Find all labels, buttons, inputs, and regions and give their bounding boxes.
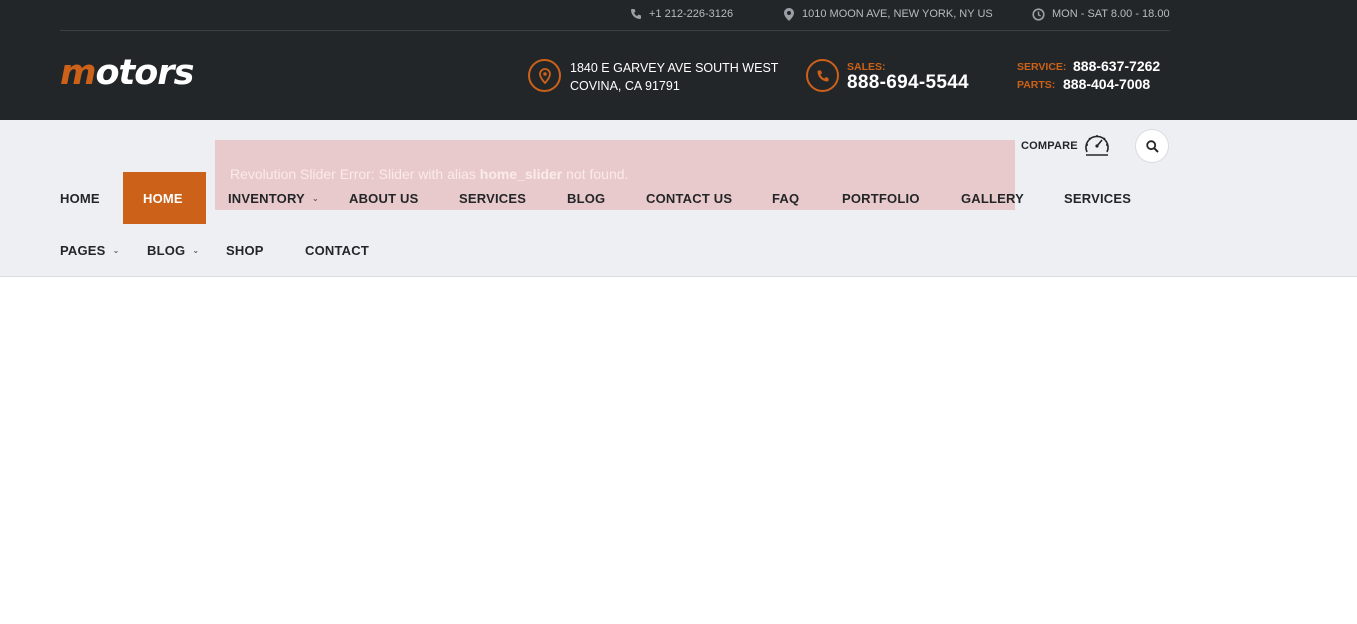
chevron-down-icon: ⌄: [311, 194, 319, 203]
search-icon: [1145, 139, 1159, 153]
search-button[interactable]: [1135, 129, 1169, 163]
service-number[interactable]: 888-637-7262: [1073, 58, 1160, 74]
compare-link[interactable]: COMPARE: [1021, 140, 1078, 152]
top-address: 1010 MOON AVE, NEW YORK, NY US: [782, 7, 993, 21]
nav-contact-us[interactable]: CONTACT US: [646, 191, 732, 206]
top-hours: MON - SAT 8.00 - 18.00: [1032, 7, 1170, 21]
nav-pages-label: PAGES: [60, 243, 106, 258]
nav-portfolio[interactable]: PORTFOLIO: [842, 191, 920, 206]
slider-error-prefix: Revolution Slider Error: Slider with ali…: [230, 166, 480, 182]
sales-phone-icon: [806, 59, 839, 92]
address-location-icon: [528, 59, 561, 92]
nav-shop[interactable]: SHOP: [226, 243, 264, 258]
nav-blog[interactable]: BLOG: [567, 191, 605, 206]
nav-gallery[interactable]: GALLERY: [961, 191, 1024, 206]
logo-mark: m: [60, 53, 96, 93]
clock-icon: [1032, 7, 1045, 21]
parts-label: PARTS:: [1017, 79, 1056, 91]
nav-about-us[interactable]: ABOUT US: [349, 191, 419, 206]
nav-home[interactable]: HOME: [60, 191, 100, 206]
nav-contact[interactable]: CONTACT: [305, 243, 369, 258]
nav-blog-2-label: BLOG: [147, 243, 186, 258]
nav-faq[interactable]: FAQ: [772, 191, 799, 206]
nav-pages[interactable]: PAGES ⌄: [60, 243, 119, 258]
nav-inventory[interactable]: INVENTORY ⌄: [228, 191, 319, 206]
service-label: SERVICE:: [1017, 61, 1067, 73]
address-line-1: 1840 E GARVEY AVE SOUTH WEST: [570, 61, 779, 75]
nav-blog-2[interactable]: BLOG ⌄: [147, 243, 199, 258]
parts-number[interactable]: 888-404-7008: [1063, 76, 1150, 92]
address-line-2: COVINA, CA 91791: [570, 79, 680, 93]
nav-services-2[interactable]: SERVICES: [1064, 191, 1131, 206]
slider-error-alias: home_slider: [479, 166, 563, 182]
logo-text: otors: [95, 53, 194, 93]
site-logo[interactable]: motors: [60, 53, 194, 93]
topbar-divider: [60, 30, 1170, 31]
slider-error-suffix: not found.: [562, 166, 629, 182]
location-icon: [782, 7, 795, 21]
top-hours-text: MON - SAT 8.00 - 18.00: [1052, 8, 1170, 20]
nav-services[interactable]: SERVICES: [459, 191, 526, 206]
nav-home-active[interactable]: HOME: [143, 191, 183, 206]
header-address: 1840 E GARVEY AVE SOUTH WEST COVINA, CA …: [570, 59, 778, 95]
chevron-down-icon: ⌄: [112, 246, 120, 255]
top-phone-text: +1 212-226-3126: [649, 8, 734, 20]
top-address-text: 1010 MOON AVE, NEW YORK, NY US: [802, 8, 993, 20]
speedometer-icon[interactable]: [1083, 132, 1111, 158]
phone-icon: [629, 8, 642, 21]
nav-inventory-label: INVENTORY: [228, 191, 305, 206]
top-phone[interactable]: +1 212-226-3126: [629, 7, 733, 21]
sales-number[interactable]: 888-694-5544: [847, 72, 969, 94]
chevron-down-icon: ⌄: [192, 246, 200, 255]
